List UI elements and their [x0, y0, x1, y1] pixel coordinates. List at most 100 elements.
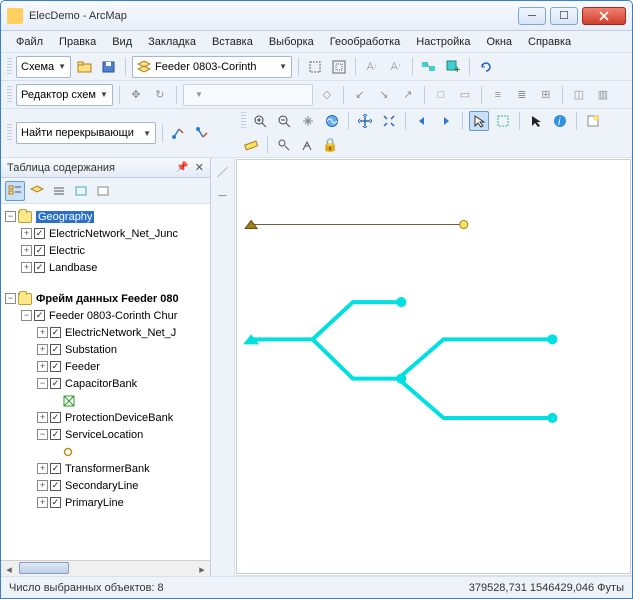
titlebar[interactable]: ElecDemo - ArcMap ─ ☐	[1, 1, 632, 31]
menu-file[interactable]: Файл	[9, 34, 50, 50]
scroll-right-icon[interactable]: ▸	[194, 561, 210, 576]
expand-icon[interactable]: +	[37, 463, 48, 474]
pin-icon[interactable]: 📌	[176, 162, 188, 173]
menu-insert[interactable]: Вставка	[205, 34, 260, 50]
toolbar-grip[interactable]	[7, 86, 12, 104]
tree-node-geography[interactable]: − Geography	[3, 208, 208, 225]
expand-icon[interactable]: +	[37, 327, 48, 338]
select-propagate-button[interactable]	[419, 57, 439, 77]
checkbox[interactable]: ✓	[50, 480, 61, 491]
edit-arrow-1[interactable]: ↙	[350, 85, 370, 105]
expand-icon[interactable]: +	[37, 344, 48, 355]
layout-dropdown[interactable]: ▼	[183, 84, 313, 106]
refresh-button[interactable]	[476, 57, 496, 77]
editor-dropdown[interactable]: Редактор схем ▼	[16, 84, 113, 106]
zoom-out-button[interactable]	[274, 111, 294, 131]
tree-node[interactable]: +✓TransformerBank	[3, 460, 208, 477]
menu-help[interactable]: Справка	[521, 34, 578, 50]
checkbox[interactable]: ✓	[50, 463, 61, 474]
clear-selection-button[interactable]	[493, 111, 513, 131]
goto-xy-button[interactable]	[298, 135, 318, 155]
menu-windows[interactable]: Окна	[479, 34, 519, 50]
map-canvas[interactable]	[236, 159, 631, 574]
toc-hscroll[interactable]: ◂ ▸	[1, 560, 210, 576]
toolbar-grip[interactable]	[7, 124, 12, 142]
find-button[interactable]	[274, 135, 294, 155]
checkbox[interactable]: ✓	[50, 361, 61, 372]
expand-icon[interactable]: +	[37, 412, 48, 423]
collapse-icon[interactable]: −	[21, 310, 32, 321]
checkbox[interactable]: ✓	[34, 228, 45, 239]
align-1[interactable]: ≡	[488, 85, 508, 105]
tree-node[interactable]: −✓ServiceLocation	[3, 426, 208, 443]
expand-icon[interactable]: +	[21, 262, 32, 273]
link-down-button[interactable]	[193, 123, 213, 143]
fixed-zoom-out-button[interactable]	[379, 111, 399, 131]
expand-icon[interactable]: +	[37, 480, 48, 491]
menubar[interactable]: Файл Правка Вид Закладка Вставка Выборка…	[1, 31, 632, 53]
checkbox[interactable]: ✓	[34, 310, 45, 321]
collapse-icon[interactable]: −	[37, 429, 48, 440]
extent-full-button[interactable]	[329, 57, 349, 77]
scroll-thumb[interactable]	[19, 562, 69, 574]
menu-customize[interactable]: Настройка	[409, 34, 477, 50]
save-schematic-button[interactable]	[99, 57, 119, 77]
tree-node[interactable]: −✓CapacitorBank	[3, 375, 208, 392]
draw-line-tool[interactable]: ／	[213, 162, 233, 182]
list-by-selection-button[interactable]	[71, 181, 91, 201]
menu-view[interactable]: Вид	[105, 34, 139, 50]
tree-node[interactable]: +✓Landbase	[3, 259, 208, 276]
zoom-full-ed[interactable]: □	[431, 85, 451, 105]
maximize-button[interactable]: ☐	[550, 7, 578, 25]
collapse-icon[interactable]: −	[5, 293, 16, 304]
next-extent-button[interactable]	[436, 111, 456, 131]
tree-node[interactable]: +✓SecondaryLine	[3, 477, 208, 494]
checkbox[interactable]: ✓	[34, 262, 45, 273]
toc-options-button[interactable]	[93, 181, 113, 201]
checkbox[interactable]: ✓	[34, 245, 45, 256]
scroll-left-icon[interactable]: ◂	[1, 561, 17, 576]
tree-node[interactable]: +✓PrimaryLine	[3, 494, 208, 511]
edit-arrow-3[interactable]: ↗	[398, 85, 418, 105]
expand-icon[interactable]: +	[37, 361, 48, 372]
expand-icon[interactable]: +	[21, 245, 32, 256]
tree-node[interactable]: −✓Feeder 0803-Corinth Chur	[3, 307, 208, 324]
minimize-button[interactable]: ─	[518, 7, 546, 25]
list-by-drawing-button[interactable]	[5, 181, 25, 201]
list-by-visibility-button[interactable]	[49, 181, 69, 201]
font-small-button[interactable]: A↓	[362, 57, 382, 77]
tree-node[interactable]: +✓Substation	[3, 341, 208, 358]
tree-node-frame[interactable]: − Фрейм данных Feeder 080	[3, 290, 208, 307]
tree-node[interactable]: +✓ElectricNetwork_Net_Junc	[3, 225, 208, 242]
identify-button[interactable]: i	[550, 111, 570, 131]
collapse-icon[interactable]: −	[5, 211, 16, 222]
edit-rotate-button[interactable]: ↻	[150, 85, 170, 105]
menu-geoprocessing[interactable]: Геообработка	[323, 34, 408, 50]
align-2[interactable]: ≣	[512, 85, 532, 105]
list-by-source-button[interactable]	[27, 181, 47, 201]
measure-button[interactable]	[241, 135, 261, 155]
edit-arrow-2[interactable]: ↘	[374, 85, 394, 105]
edit-tool-1[interactable]: ◇	[317, 85, 337, 105]
draw-horiz-tool[interactable]: ─	[213, 186, 233, 206]
layer-tree[interactable]: − Geography +✓ElectricNetwork_Net_Junc +…	[1, 204, 210, 560]
tree-node[interactable]: +✓Electric	[3, 242, 208, 259]
grid-button[interactable]: ◫	[569, 85, 589, 105]
align-3[interactable]: ⊞	[536, 85, 556, 105]
edit-move-button[interactable]: ✥	[126, 85, 146, 105]
toc-header[interactable]: Таблица содержания 📌 ✕	[1, 158, 210, 178]
toolbar-grip[interactable]	[7, 58, 12, 76]
hyperlink-button[interactable]	[583, 111, 603, 131]
collapse-icon[interactable]: −	[37, 378, 48, 389]
checkbox[interactable]: ✓	[50, 327, 61, 338]
expand-icon[interactable]: +	[37, 497, 48, 508]
tree-node[interactable]: +✓ProtectionDeviceBank	[3, 409, 208, 426]
ruler-button[interactable]: ▥	[593, 85, 613, 105]
toolbar-grip[interactable]	[241, 112, 246, 130]
expand-icon[interactable]: +	[21, 228, 32, 239]
menu-selection[interactable]: Выборка	[262, 34, 321, 50]
checkbox[interactable]: ✓	[50, 429, 61, 440]
menu-bookmark[interactable]: Закладка	[141, 34, 203, 50]
checkbox[interactable]: ✓	[50, 378, 61, 389]
tree-node[interactable]: +✓Feeder	[3, 358, 208, 375]
